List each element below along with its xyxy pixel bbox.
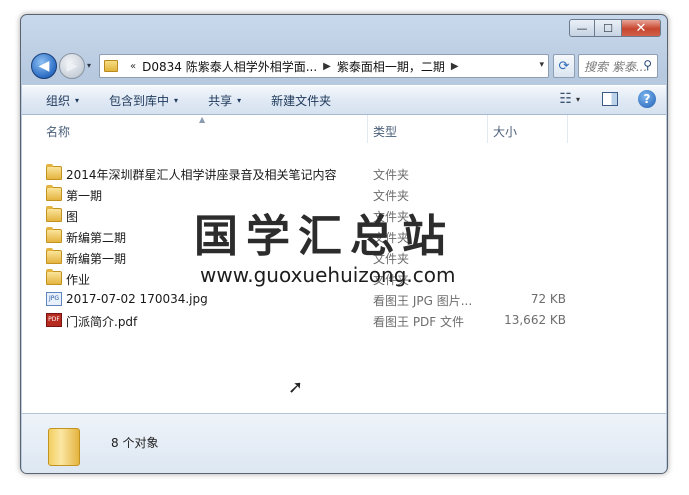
folder-icon bbox=[46, 227, 62, 243]
mouse-cursor-icon: ➚ bbox=[288, 377, 304, 398]
folder-icon bbox=[46, 206, 62, 222]
search-input[interactable]: 搜索 紫泰... ⚲ bbox=[578, 54, 658, 78]
details-pane: 8 个对象 bbox=[22, 413, 666, 473]
view-options-icon[interactable]: ☷ bbox=[559, 91, 572, 107]
file-name: 门派简介.pdf bbox=[66, 315, 138, 329]
breadcrumb-current[interactable]: 紫泰面相一期，二期 bbox=[337, 58, 445, 75]
chevron-down-icon: ▾ bbox=[174, 95, 179, 105]
new-folder-label: 新建文件夹 bbox=[271, 93, 332, 108]
file-row[interactable]: PDF 门派简介.pdf 看图王 PDF 文件 13,662 KB bbox=[22, 310, 666, 331]
file-name: 第一期 bbox=[66, 189, 103, 203]
file-size: 13,662 KB bbox=[504, 313, 566, 327]
file-name: 新编第二期 bbox=[66, 231, 127, 245]
navigation-bar: ◀ ▶ ▾ « D0834 陈紫泰人相学外相学面... ▶ 紫泰面相一期，二期 … bbox=[29, 51, 659, 81]
folder-icon bbox=[48, 428, 80, 466]
breadcrumb-separator-icon[interactable]: ▶ bbox=[451, 61, 459, 72]
address-overflow-chevron[interactable]: « bbox=[130, 61, 136, 72]
maximize-button[interactable]: ☐ bbox=[595, 19, 621, 37]
column-name-header[interactable]: 名称 bbox=[46, 123, 70, 140]
chevron-down-icon: ▾ bbox=[75, 95, 80, 105]
search-placeholder: 搜索 紫泰... bbox=[584, 59, 648, 74]
column-divider[interactable] bbox=[487, 115, 488, 143]
file-name: 2017-07-02 170034.jpg bbox=[66, 292, 208, 306]
file-type: 看图王 JPG 图片... bbox=[373, 294, 473, 308]
file-name: 图 bbox=[66, 210, 79, 224]
organize-button[interactable]: 组织 ▾ bbox=[46, 92, 79, 109]
help-icon[interactable]: ? bbox=[638, 90, 656, 108]
toolbar-right: ☷ ▾ ? bbox=[559, 90, 656, 108]
watermark-url: www.guoxuehuizong.com bbox=[200, 263, 456, 287]
folder-icon bbox=[46, 185, 62, 201]
address-dropdown-icon[interactable]: ▾ bbox=[539, 60, 544, 70]
chevron-down-icon: ▾ bbox=[237, 95, 242, 105]
folder-icon bbox=[46, 248, 62, 264]
breadcrumb-parent[interactable]: D0834 陈紫泰人相学外相学面... bbox=[142, 58, 317, 75]
minimize-button[interactable]: — bbox=[569, 19, 595, 37]
item-count: 8 个对象 bbox=[111, 436, 159, 450]
preview-pane-icon[interactable] bbox=[602, 92, 618, 106]
include-in-library-label: 包含到库中 bbox=[109, 93, 170, 108]
pdf-file-icon: PDF bbox=[46, 313, 62, 327]
column-type-header[interactable]: 类型 bbox=[373, 123, 397, 140]
new-folder-button[interactable]: 新建文件夹 bbox=[271, 92, 331, 109]
watermark-title: 国学汇总站 bbox=[194, 211, 454, 262]
file-name: 作业 bbox=[66, 273, 91, 287]
share-label: 共享 bbox=[208, 93, 233, 108]
file-name: 2014年深圳群星汇人相学讲座录音及相关笔记内容 bbox=[66, 168, 337, 182]
file-type: 看图王 PDF 文件 bbox=[373, 315, 465, 329]
column-divider[interactable] bbox=[567, 115, 568, 143]
sort-ascending-icon: ▲ bbox=[199, 115, 206, 124]
close-button[interactable]: ✕ bbox=[621, 19, 661, 37]
folder-icon bbox=[46, 269, 62, 285]
back-button[interactable]: ◀ bbox=[31, 53, 57, 79]
column-size-header[interactable]: 大小 bbox=[493, 123, 517, 140]
forward-button[interactable]: ▶ bbox=[59, 53, 85, 79]
file-row[interactable]: JPG 2017-07-02 170034.jpg 看图王 JPG 图片... 72 … bbox=[22, 289, 666, 310]
search-icon[interactable]: ⚲ bbox=[643, 58, 652, 72]
address-bar[interactable]: « D0834 陈紫泰人相学外相学面... ▶ 紫泰面相一期，二期 ▶ ▾ bbox=[99, 54, 549, 78]
caption-buttons: — ☐ ✕ bbox=[569, 19, 661, 37]
column-divider[interactable] bbox=[367, 115, 368, 143]
chevron-down-icon[interactable]: ▾ bbox=[576, 95, 580, 104]
folder-icon bbox=[104, 60, 118, 72]
column-header: ▲ 名称 类型 大小 bbox=[22, 115, 666, 143]
share-button[interactable]: 共享 ▾ bbox=[208, 92, 241, 109]
include-in-library-button[interactable]: 包含到库中 ▾ bbox=[109, 92, 178, 109]
file-name: 新编第一期 bbox=[66, 252, 127, 266]
file-row[interactable]: 2014年深圳群星汇人相学讲座录音及相关笔记内容 文件夹 bbox=[22, 163, 666, 184]
organize-label: 组织 bbox=[46, 93, 71, 108]
refresh-button[interactable]: ⟳ bbox=[553, 54, 575, 78]
recent-pages-dropdown[interactable]: ▾ bbox=[87, 61, 91, 70]
file-size: 72 KB bbox=[530, 292, 566, 306]
folder-icon bbox=[46, 164, 62, 180]
breadcrumb-separator-icon[interactable]: ▶ bbox=[323, 61, 331, 72]
command-toolbar: 组织 ▾ 包含到库中 ▾ 共享 ▾ 新建文件夹 ☷ ▾ ? bbox=[22, 85, 666, 115]
jpg-file-icon: JPG bbox=[46, 292, 62, 306]
file-type: 文件夹 bbox=[373, 168, 410, 182]
